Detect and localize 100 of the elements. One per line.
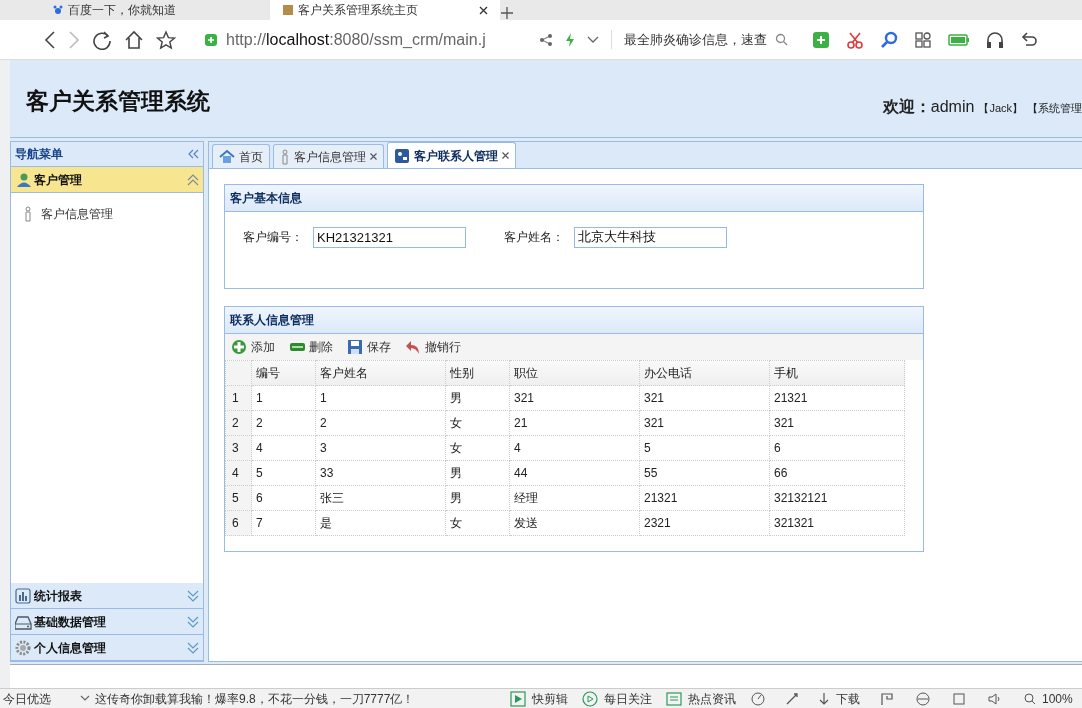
paw-icon [52,4,64,16]
table-cell: 21 [509,410,640,436]
row-number: 1 [225,385,252,411]
toolbar-button[interactable]: 撤销行 [405,338,461,356]
toolbar-button[interactable]: 删除 [289,338,333,356]
floppy-icon [347,339,364,355]
column-header[interactable]: 职位 [509,360,640,386]
row-number: 6 [225,510,252,536]
table-cell: 32132121 [769,485,905,511]
table-cell: 4 [251,435,316,461]
speed-icon[interactable] [750,690,766,707]
table-cell: 3 [315,435,446,461]
close-icon[interactable] [479,5,488,15]
welcome-label: 欢迎： [882,97,931,117]
panel-title: 联系人信息管理 [230,312,314,329]
toolbar-button[interactable]: 保存 [347,338,391,356]
toolbar-button[interactable]: 添加 [231,338,275,356]
back-icon[interactable] [44,30,56,49]
app-title: 客户关系管理系统 [26,87,210,116]
search-icon [774,33,788,46]
play-icon [582,690,598,707]
input-field[interactable]: KH21321321 [313,226,466,248]
table-cell: 6 [251,485,316,511]
headphones-icon[interactable] [986,30,1004,49]
share-icon[interactable] [538,32,553,47]
table-cell: 321321 [769,510,905,536]
flag-icon[interactable] [880,691,894,706]
drive-icon [15,613,32,630]
refresh-icon[interactable] [92,29,112,50]
grid-icon[interactable] [914,30,932,49]
zoom-control[interactable]: 100% [1024,689,1073,708]
table-cell: 7 [251,510,316,536]
menu-item[interactable]: 客户信息管理 [23,205,191,223]
table-cell: 男 [445,460,510,486]
accordion-header[interactable]: 个人信息管理 [11,635,203,661]
collapse-icon[interactable] [187,149,199,159]
accordion-header[interactable]: 客户管理 [11,167,203,193]
table-cell: 21321 [769,385,905,411]
status-button[interactable]: 热点资讯 [666,689,736,708]
bar-chart-icon [15,587,32,604]
table-cell: 男 [445,485,510,511]
scissors-icon[interactable] [846,30,864,49]
star-icon[interactable] [156,29,176,50]
column-header[interactable]: 办公电话 [639,360,770,386]
undo-icon[interactable] [1020,30,1038,49]
field-label: 客户编号： [243,229,303,246]
page-tab[interactable]: 首页 [212,144,270,168]
lightning-icon[interactable] [564,32,575,47]
input-field[interactable]: 北京大牛科技 [574,226,727,248]
table-cell: 发送 [509,510,640,536]
extension-icon[interactable] [812,30,830,49]
close-icon[interactable] [502,152,509,159]
user-name: admin [930,97,975,117]
accordion-header[interactable]: 基础数据管理 [11,609,203,635]
search-field[interactable]: 最全肺炎确诊信息，速查 [610,29,792,50]
page-tab[interactable]: 客户联系人管理 [387,142,516,168]
table-cell: 33 [315,460,446,486]
search-icon[interactable] [880,30,898,49]
chevron-down-icon[interactable] [586,35,599,44]
new-tab-icon[interactable] [500,6,514,20]
table-cell: 321 [769,410,905,436]
undo-icon [405,339,422,355]
tab-label: 百度一下，你就知道 [68,2,176,19]
zoom-icon [1024,692,1036,705]
page-icon [282,4,294,16]
column-header[interactable]: 性别 [445,360,510,386]
home-icon [219,148,235,165]
news-icon [666,690,682,707]
browser-tab[interactable]: 客户关系管理系统主页 [270,0,500,20]
chevron-down-icon[interactable] [80,694,90,703]
table-cell: 女 [445,410,510,436]
table-cell: 321 [639,410,770,436]
battery-icon[interactable] [948,32,970,47]
close-icon[interactable] [370,153,377,160]
table-cell: 2321 [639,510,770,536]
status-button[interactable]: 快剪辑 [510,689,568,708]
table-cell: 男 [445,385,510,411]
news-link[interactable]: 这传奇你卸载算我输！爆率9.8，不花一分钱，一刀7777亿！ [95,689,510,708]
table-cell: 1 [315,385,446,411]
contact-card-icon [394,147,410,164]
column-header[interactable]: 客户姓名 [315,360,446,386]
table-cell: 321 [509,385,640,411]
accordion-header[interactable]: 统计报表 [11,583,203,609]
speaker-icon[interactable] [988,691,1002,706]
table-cell: 21321 [639,485,770,511]
table-cell: 1 [251,385,316,411]
browser-icon[interactable] [916,691,930,706]
gear-icon [15,639,32,656]
home-icon[interactable] [124,29,144,50]
panel-title: 导航菜单 [15,146,63,163]
table-cell: 女 [445,510,510,536]
download-button[interactable]: 下载 [818,689,860,708]
address-field[interactable]: http://localhost:8080/ssm_crm/main.j [204,27,527,52]
download-icon [818,691,830,706]
field-label: 客户姓名： [504,229,564,246]
status-button[interactable]: 每日关注 [582,689,652,708]
column-header[interactable]: 手机 [769,360,905,386]
table-cell: 6 [769,435,905,461]
page-tab[interactable]: 客户信息管理 [273,144,384,168]
column-header[interactable]: 编号 [251,360,316,386]
